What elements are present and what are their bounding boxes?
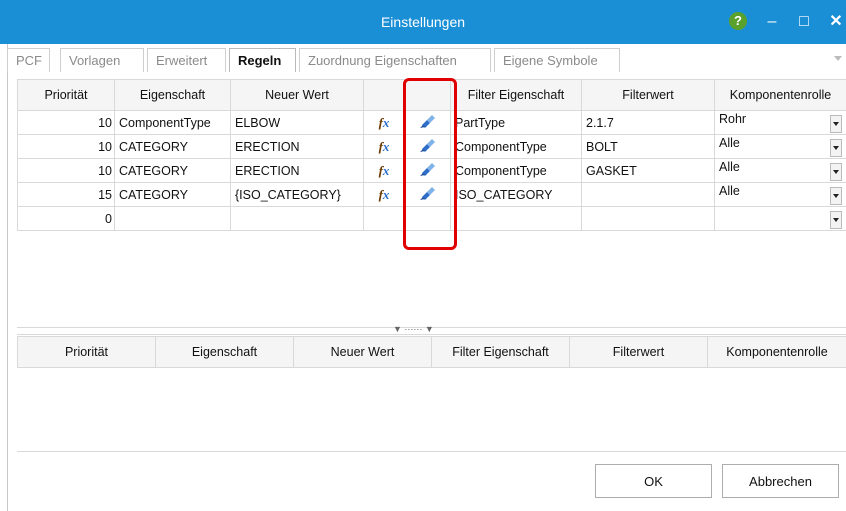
cell-priority[interactable]: 15 <box>17 182 115 207</box>
tab-pcf[interactable]: PCF <box>7 48 50 72</box>
column-header-eigenschaft[interactable]: Eigenschaft <box>114 79 231 111</box>
column-header-prioritaet[interactable]: Priorität <box>17 79 115 111</box>
bottom-rules-table: Priorität Eigenschaft Neuer Wert Filter … <box>17 336 846 368</box>
formula-button[interactable]: fx <box>363 110 405 135</box>
cell-new-value[interactable]: ELBOW <box>230 110 364 135</box>
title-bar: Einstellungen ? – □ ✕ <box>0 0 846 44</box>
cell-property[interactable]: ComponentType <box>114 110 231 135</box>
help-icon[interactable]: ? <box>729 12 747 30</box>
cell-new-value[interactable]: {ISO_CATEGORY} <box>230 182 364 207</box>
cell-priority[interactable]: 0 <box>17 206 115 231</box>
role-value: Alle <box>719 136 740 150</box>
cell-role[interactable]: Alle <box>714 158 846 183</box>
fx-formula-icon: fx <box>378 162 390 178</box>
fx-formula-icon: fx <box>378 138 390 154</box>
close-icon[interactable]: ✕ <box>825 11 846 33</box>
tab-scroll-arrow-icon[interactable] <box>834 56 842 61</box>
column-header-filterwert[interactable]: Filterwert <box>569 336 708 368</box>
cell-filter-property[interactable]: ComponentType <box>450 134 582 159</box>
cell-property[interactable] <box>114 206 231 231</box>
ok-button[interactable]: OK <box>595 464 712 498</box>
cell-new-value[interactable]: ERECTION <box>230 134 364 159</box>
maximize-icon[interactable]: □ <box>793 11 815 33</box>
cell-priority[interactable]: 10 <box>17 134 115 159</box>
column-header-filter-eigenschaft[interactable]: Filter Eigenschaft <box>431 336 570 368</box>
bottom-table-header: Priorität Eigenschaft Neuer Wert Filter … <box>17 336 846 368</box>
column-header-filterwert[interactable]: Filterwert <box>581 79 715 111</box>
cell-role[interactable]: Alle <box>714 134 846 159</box>
highlight-annotation <box>403 78 457 250</box>
cell-filter-value[interactable]: 2.1.7 <box>581 110 715 135</box>
role-dropdown-icon[interactable] <box>830 115 842 133</box>
role-value: Alle <box>719 184 740 198</box>
tab-strip: PCF Vorlagen Erweitert Regeln Zuordnung … <box>7 48 846 74</box>
cell-filter-property[interactable] <box>450 206 582 231</box>
tab-regeln[interactable]: Regeln <box>229 48 296 72</box>
column-header-neuer-wert[interactable]: Neuer Wert <box>293 336 432 368</box>
fx-formula-icon: fx <box>378 114 390 130</box>
role-dropdown-icon[interactable] <box>830 211 842 229</box>
cell-filter-value[interactable] <box>581 182 715 207</box>
window-title: Einstellungen <box>380 14 466 30</box>
formula-button[interactable]: fx <box>363 134 405 159</box>
formula-button[interactable]: fx <box>363 182 405 207</box>
cell-role[interactable]: Rohr <box>714 110 846 135</box>
fx-formula-icon: fx <box>378 186 390 202</box>
column-header-komponentenrolle[interactable]: Komponentenrolle <box>714 79 846 111</box>
role-dropdown-icon[interactable] <box>830 187 842 205</box>
cancel-button[interactable]: Abbrechen <box>722 464 839 498</box>
cell-formula-empty <box>363 206 405 231</box>
role-dropdown-icon[interactable] <box>830 139 842 157</box>
cell-property[interactable]: CATEGORY <box>114 158 231 183</box>
cell-priority[interactable]: 10 <box>17 110 115 135</box>
cell-new-value[interactable]: ERECTION <box>230 158 364 183</box>
role-value: Rohr <box>719 112 747 126</box>
minimize-icon[interactable]: – <box>761 11 783 33</box>
cell-role[interactable] <box>714 206 846 231</box>
tab-erweitert[interactable]: Erweitert <box>147 48 226 72</box>
cell-role[interactable]: Alle <box>714 182 846 207</box>
splitter-grip-icon[interactable]: ▼ ⋯⋯ ▼ <box>393 324 434 335</box>
column-header-neuer-wert[interactable]: Neuer Wert <box>230 79 364 111</box>
cell-filter-value[interactable]: BOLT <box>581 134 715 159</box>
role-dropdown-icon[interactable] <box>830 163 842 181</box>
column-header-prioritaet[interactable]: Priorität <box>17 336 156 368</box>
cell-property[interactable]: CATEGORY <box>114 182 231 207</box>
cell-filter-property[interactable]: ComponentType <box>450 158 582 183</box>
tab-eigene-symbole[interactable]: Eigene Symbole <box>494 48 620 72</box>
tab-vorlagen[interactable]: Vorlagen <box>60 48 144 72</box>
cell-filter-value[interactable]: GASKET <box>581 158 715 183</box>
column-header-filter-eigenschaft[interactable]: Filter Eigenschaft <box>450 79 582 111</box>
cell-filter-value[interactable] <box>581 206 715 231</box>
bottom-table-border <box>17 451 846 452</box>
cell-filter-property[interactable]: PartType <box>450 110 582 135</box>
column-header-komponentenrolle[interactable]: Komponentenrolle <box>707 336 846 368</box>
column-header-eigenschaft[interactable]: Eigenschaft <box>155 336 294 368</box>
tab-zuordnung-eigenschaften[interactable]: Zuordnung Eigenschaften <box>299 48 491 72</box>
formula-button[interactable]: fx <box>363 158 405 183</box>
role-value: Alle <box>719 160 740 174</box>
cell-priority[interactable]: 10 <box>17 158 115 183</box>
cell-filter-property[interactable]: ISO_CATEGORY <box>450 182 582 207</box>
cell-property[interactable]: CATEGORY <box>114 134 231 159</box>
cell-new-value[interactable] <box>230 206 364 231</box>
column-header-formula <box>363 79 405 111</box>
